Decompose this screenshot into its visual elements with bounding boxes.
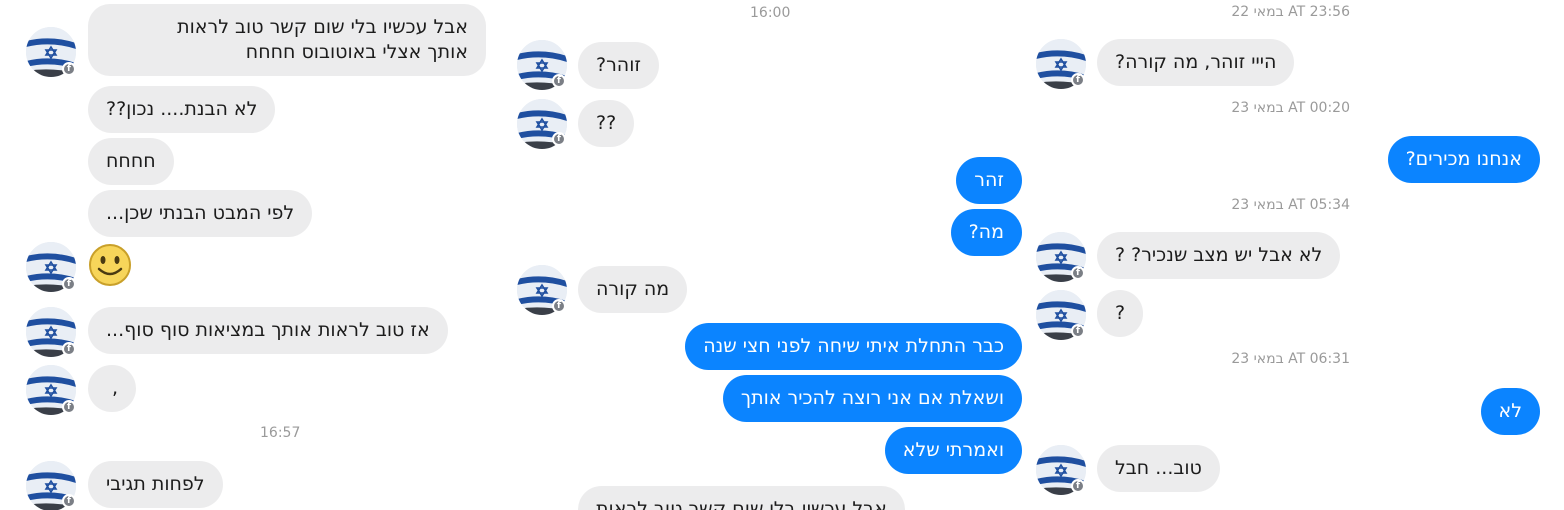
chat-panel-left: f אבל עכשיו בלי שום קשר טוב לראות אותך א…: [0, 0, 508, 510]
message-bubble-received: לא אבל יש מצב שנכיר? ?: [1097, 232, 1341, 279]
message-bubble-sent: זהר: [956, 157, 1022, 204]
message-bubble-sent: ושאלת אם אני רוצה להכיר אותך: [722, 375, 1022, 422]
message-bubble-sent: ואמרתי שלא: [884, 427, 1022, 474]
facebook-badge-icon: f: [62, 62, 76, 76]
facebook-badge-icon: f: [552, 132, 566, 146]
message-timestamp: 23 במאי AT 00:20: [1231, 100, 1350, 116]
facebook-badge-icon: f: [552, 74, 566, 88]
smiley-face-icon: [89, 244, 131, 286]
message-bubble-received: חחחח: [88, 138, 174, 185]
message-bubble-received: מה קורה: [578, 266, 688, 313]
message-bubble-received: אבל עכשיו בלי שום קשר טוב לראות: [578, 486, 905, 510]
message-bubble-received: זוהר?: [578, 42, 659, 89]
message-bubble-received: לפי המבט הבנתי שכן...: [88, 190, 313, 237]
facebook-badge-icon: f: [62, 342, 76, 356]
message-bubble-sent: אנחנו מכירים?: [1387, 136, 1540, 183]
facebook-badge-icon: f: [1071, 266, 1085, 280]
message-bubble-sent: מה?: [950, 209, 1022, 256]
chat-panel-middle: 16:00 f זוהר? f ?? זהר מה? f מה קורה כבר…: [508, 0, 1028, 510]
message-bubble-received: לא הבנת.... נכון??: [88, 86, 276, 133]
message-bubble-sent: לא: [1480, 388, 1540, 435]
facebook-badge-icon: f: [62, 494, 76, 508]
message-bubble-received: הייי זוהר, מה קורה?: [1097, 39, 1295, 86]
message-bubble-received: אבל עכשיו בלי שום קשר טוב לראות אותך אצל…: [88, 4, 486, 76]
facebook-badge-icon: f: [1071, 73, 1085, 87]
facebook-badge-icon: f: [1071, 479, 1085, 493]
facebook-badge-icon: f: [62, 400, 76, 414]
time-divider: 16:00: [750, 5, 791, 21]
chat-panel-right: 22 במאי AT 23:56 f הייי זוהר, מה קורה? 2…: [1028, 0, 1564, 510]
facebook-badge-icon: f: [552, 299, 566, 313]
facebook-badge-icon: f: [1071, 324, 1085, 338]
message-bubble-sent: כבר התחלת איתי שיחה לפני חצי שנה: [685, 323, 1022, 370]
facebook-badge-icon: f: [62, 277, 76, 291]
message-bubble-received: לפחות תגיבי: [88, 461, 223, 508]
message-timestamp: 23 במאי AT 05:34: [1231, 197, 1350, 213]
message-bubble-received: ?: [1097, 290, 1144, 337]
message-bubble-received: טוב... חבל: [1097, 445, 1220, 492]
time-divider: 16:57: [260, 425, 301, 441]
message-timestamp: 22 במאי AT 23:56: [1231, 4, 1350, 20]
message-bubble-received: אז טוב לראות אותך במציאות סוף סוף...: [88, 307, 448, 354]
message-timestamp: 23 במאי AT 06:31: [1231, 351, 1350, 367]
message-bubble-received: ,: [88, 365, 136, 412]
message-bubble-received: ??: [578, 100, 635, 147]
